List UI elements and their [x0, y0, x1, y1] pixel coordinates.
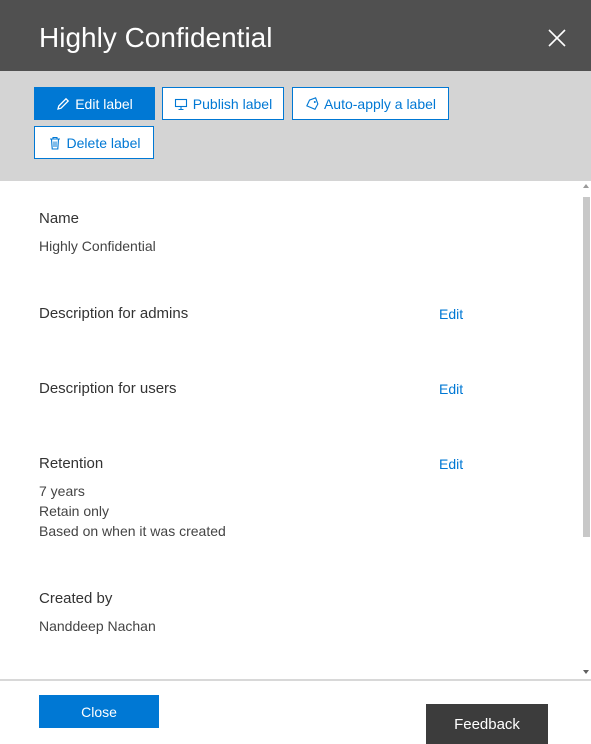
scroll-thumb[interactable]	[583, 197, 590, 537]
edit-label-button[interactable]: Edit label	[34, 87, 155, 120]
panel-header: Highly Confidential	[0, 0, 591, 71]
created-by-heading: Created by	[39, 590, 113, 607]
retention-action: Retain only	[39, 503, 110, 519]
delete-label-button[interactable]: Delete label	[34, 126, 154, 159]
edit-retention-link[interactable]: Edit	[439, 456, 463, 472]
panel-title: Highly Confidential	[39, 22, 273, 53]
footer-divider	[0, 679, 591, 681]
auto-apply-label-button[interactable]: Auto-apply a label	[292, 87, 449, 120]
retention-period: 7 years	[39, 483, 85, 499]
pencil-icon	[57, 97, 70, 110]
retention-heading: Retention	[39, 455, 104, 472]
scroll-down-icon[interactable]	[583, 670, 589, 674]
auto-apply-label-text: Auto-apply a label	[323, 95, 437, 112]
feedback-button[interactable]: Feedback	[426, 704, 548, 744]
tag-icon	[306, 96, 319, 110]
label-details: Name Highly Confidential Description for…	[0, 181, 591, 679]
name-value: Highly Confidential	[39, 238, 156, 254]
delete-label-text: Delete label	[66, 134, 141, 151]
publish-label-text: Publish label	[192, 95, 273, 112]
description-admins-heading: Description for admins	[39, 305, 189, 322]
description-users-heading: Description for users	[39, 380, 177, 397]
scroll-up-icon[interactable]	[583, 184, 589, 188]
retention-trigger: Based on when it was created	[39, 523, 226, 539]
edit-description-users-link[interactable]: Edit	[439, 381, 463, 397]
content-scrollbar[interactable]	[581, 181, 591, 679]
created-by-value: Nanddeep Nachan	[39, 618, 156, 634]
close-icon[interactable]	[545, 26, 569, 50]
trash-icon	[49, 136, 60, 150]
edit-description-admins-link[interactable]: Edit	[439, 306, 463, 322]
name-heading: Name	[39, 210, 80, 227]
edit-label-text: Edit label	[75, 95, 133, 112]
publish-icon	[174, 98, 187, 110]
publish-label-button[interactable]: Publish label	[162, 87, 284, 120]
action-toolbar: Edit label Publish label Auto-apply a la…	[0, 71, 591, 181]
close-button[interactable]: Close	[39, 695, 159, 728]
